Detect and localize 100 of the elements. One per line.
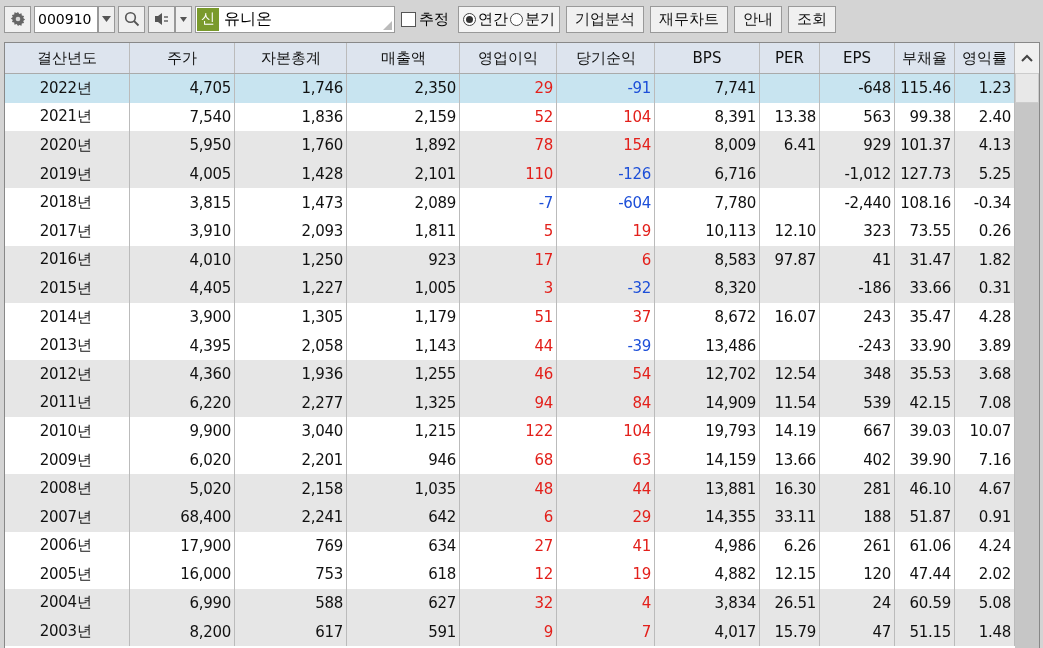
column-header[interactable]: 영업이익 (460, 43, 557, 73)
period-radio[interactable]: 연간 (463, 9, 508, 29)
table-cell: 2017년 (5, 216, 130, 246)
table-cell: 5,020 (130, 474, 235, 503)
table-cell: 348 (820, 359, 895, 389)
table-cell: 13,881 (655, 474, 760, 503)
speaker-icon (153, 12, 170, 26)
table-row[interactable]: 2007년 68,400 2,241 642 6 29 14,355 33.11 188 51.87 0.91 (5, 502, 1015, 532)
table-cell: 618 (347, 560, 460, 589)
column-header[interactable]: 자본총계 (235, 43, 347, 73)
table-cell: -2,440 (820, 188, 895, 217)
column-header[interactable]: 매출액 (347, 43, 460, 73)
table-cell: 39.03 (895, 417, 955, 446)
table-cell: 5,950 (130, 131, 235, 160)
table-cell: 33.66 (895, 274, 955, 303)
table-cell: 13,486 (655, 331, 760, 360)
table-cell: 1,143 (347, 331, 460, 360)
table-cell: -39 (557, 331, 655, 360)
table-cell: 7 (557, 617, 655, 646)
table-cell: 9,900 (130, 417, 235, 446)
table-cell: -32 (557, 274, 655, 303)
table-row[interactable]: 2012년 4,360 1,936 1,255 46 54 12,702 12.54 348 35.53 3.68 (5, 359, 1015, 389)
search-button[interactable] (118, 5, 145, 33)
table-cell: 1,227 (235, 274, 347, 303)
table-cell: 19,793 (655, 417, 760, 446)
table-cell: -604 (557, 188, 655, 217)
column-header[interactable]: EPS (820, 43, 895, 73)
table-cell: 4,882 (655, 560, 760, 589)
table-cell: 104 (557, 417, 655, 446)
settings-button[interactable] (4, 5, 31, 33)
table-cell: 9 (460, 617, 557, 646)
table-cell: 3,910 (130, 216, 235, 246)
table-cell: 2,089 (347, 188, 460, 217)
table-cell: 8,200 (130, 617, 235, 646)
toolbar-button[interactable]: 재무차트 (650, 5, 728, 33)
table-cell: 2,158 (235, 474, 347, 503)
table-cell: 51.87 (895, 502, 955, 532)
table-cell: 120 (820, 560, 895, 589)
table-cell: 1,892 (347, 131, 460, 160)
table-cell: 12.15 (760, 560, 820, 589)
table-row[interactable]: 2011년 6,220 2,277 1,325 94 84 14,909 11.54 539 42.15 7.08 (5, 388, 1015, 418)
table-cell: 6.41 (760, 131, 820, 160)
table-row[interactable]: 2004년 6,990 588 627 32 4 3,834 26.51 24 60.59 5.08 (5, 588, 1015, 618)
column-header[interactable]: 주가 (130, 43, 235, 73)
table-cell: 2,058 (235, 331, 347, 360)
toolbar-button[interactable]: 기업분석 (566, 5, 644, 33)
table-cell: 108.16 (895, 188, 955, 217)
table-cell: 48 (460, 474, 557, 503)
table-cell: 35.53 (895, 359, 955, 389)
table-cell: 6 (460, 502, 557, 532)
period-radio[interactable]: 분기 (510, 9, 555, 29)
stock-code-field[interactable]: 000910 (34, 5, 98, 33)
table-cell: 1,746 (235, 74, 347, 103)
table-cell: 2005년 (5, 560, 130, 589)
column-header[interactable]: BPS (655, 43, 760, 73)
table-cell: 8,009 (655, 131, 760, 160)
table-row[interactable]: 2019년 4,005 1,428 2,101 110 -126 6,716 -1,012 127.73 5.25 (5, 159, 1015, 189)
column-header[interactable]: 당기순익 (557, 43, 655, 73)
table-cell: 47.44 (895, 560, 955, 589)
table-row[interactable]: 2003년 8,200 617 591 9 7 4,017 15.79 47 51.15 1.48 (5, 617, 1015, 646)
table-cell: 33.11 (760, 502, 820, 532)
speaker-button[interactable] (148, 5, 175, 33)
table-cell: 3,040 (235, 417, 347, 446)
table-cell: 15.79 (760, 617, 820, 646)
table-cell: 29 (557, 502, 655, 532)
toolbar-button[interactable]: 조회 (788, 5, 836, 33)
table-cell: 122 (460, 417, 557, 446)
scrollbar-thumb[interactable] (1015, 73, 1039, 103)
table-cell: 1,936 (235, 359, 347, 389)
table-cell: 667 (820, 417, 895, 446)
resize-grip-icon (383, 20, 392, 30)
speaker-dropdown-button[interactable] (175, 5, 192, 33)
table-cell: -7 (460, 188, 557, 217)
new-listing-badge: 신 (197, 7, 219, 31)
table-cell: 2013년 (5, 331, 130, 360)
toolbar-button[interactable]: 안내 (734, 5, 782, 33)
table-cell: 19 (557, 216, 655, 246)
column-header[interactable]: 결산년도 (5, 43, 130, 73)
table-row[interactable]: 2022년 4,705 1,746 2,350 29 -91 7,741 -648 115.46 1.23 (5, 74, 1015, 103)
table-cell: 323 (820, 216, 895, 246)
estimate-checkbox[interactable]: 추정 (401, 9, 449, 29)
table-cell: 154 (557, 131, 655, 160)
column-header[interactable]: 부채율 (895, 43, 955, 73)
table-cell: 617 (235, 617, 347, 646)
table-cell: 101.37 (895, 131, 955, 160)
column-header[interactable]: PER (760, 43, 820, 73)
code-dropdown-button[interactable] (98, 5, 115, 33)
caret-icon (180, 16, 187, 22)
table-cell: 7,741 (655, 74, 760, 103)
stock-name-field[interactable]: 신 유니온 (195, 5, 395, 33)
table-cell: 12.10 (760, 216, 820, 246)
table-row[interactable]: 2008년 5,020 2,158 1,035 48 44 13,881 16.30 281 46.10 4.67 (5, 474, 1015, 503)
table-cell: 1,005 (347, 274, 460, 303)
table-row[interactable]: 2016년 4,010 1,250 923 17 6 8,583 97.87 41 31.47 1.82 (5, 245, 1015, 275)
scroll-up-button[interactable] (1015, 43, 1039, 73)
table-cell: 1,255 (347, 359, 460, 389)
table-cell: 12 (460, 560, 557, 589)
table-row[interactable]: 2015년 4,405 1,227 1,005 3 -32 8,320 -186 33.66 0.31 (5, 274, 1015, 303)
table-cell: 10,113 (655, 216, 760, 246)
table-row[interactable]: 2020년 5,950 1,760 1,892 78 154 8,009 6.41 929 101.37 4.13 (5, 131, 1015, 160)
